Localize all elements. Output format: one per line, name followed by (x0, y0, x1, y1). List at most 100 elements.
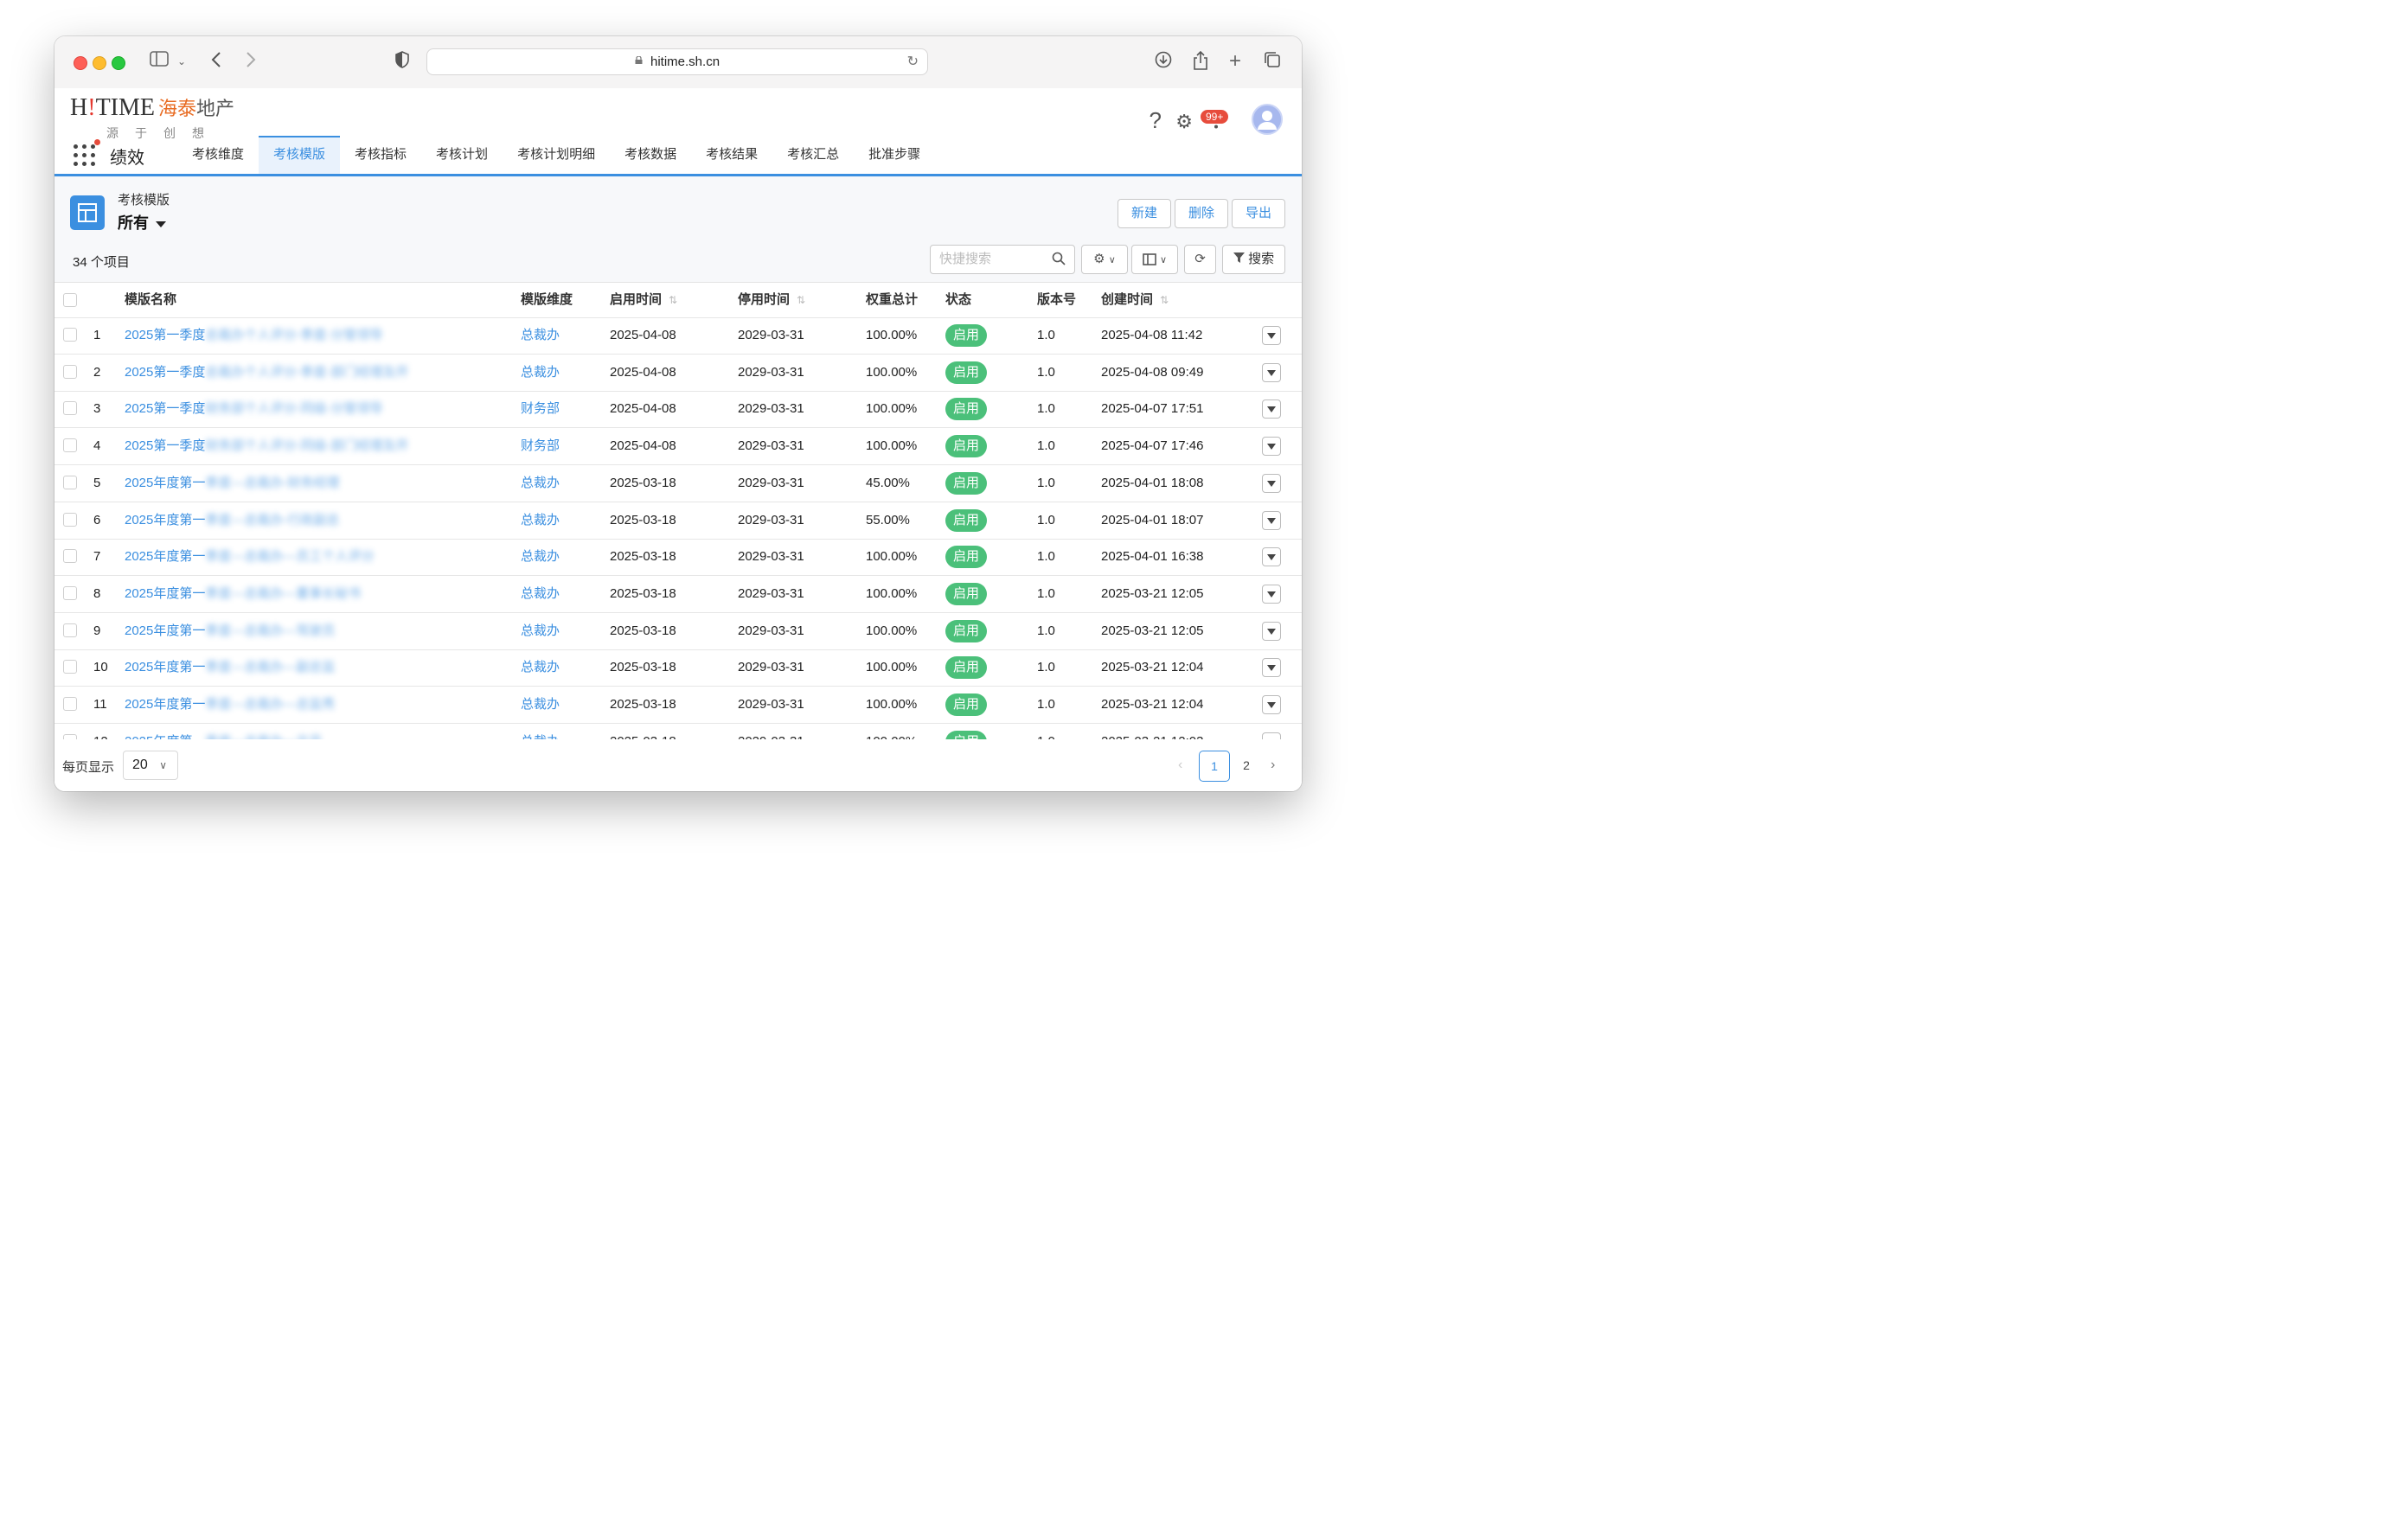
row-action-dropdown-icon[interactable] (1262, 362, 1281, 382)
tab-assessment-indicator[interactable]: 考核指标 (340, 136, 421, 174)
table-row[interactable]: 6 2025年度第一季度—总裁办-行政副总 总裁办 2025-03-18 2029-03… (54, 502, 1302, 540)
quick-search[interactable] (930, 245, 1075, 274)
sort-icon[interactable]: ⇅ (1160, 294, 1169, 306)
template-name-link[interactable]: 2025年度第一季度—总裁办—董事长秘书 (125, 576, 361, 612)
dimension-link[interactable]: 总裁办 (521, 317, 560, 354)
table-row[interactable]: 7 2025年度第一季度—总裁办—员工个人评分 总裁办 2025-03-18 2029-… (54, 539, 1302, 577)
column-header-start-date[interactable]: 启用时间 ⇅ (610, 283, 677, 317)
reload-icon[interactable]: ↻ (907, 53, 919, 70)
table-row[interactable]: 10 2025年度第一季度—总裁办—副总监 总裁办 2025-03-18 2029-03… (54, 649, 1302, 687)
columns-dropdown-button[interactable]: ∨ (1131, 245, 1178, 274)
column-header-template-name[interactable]: 模版名称 (125, 283, 176, 317)
dimension-link[interactable]: 总裁办 (521, 687, 560, 723)
tab-assessment-data[interactable]: 考核数据 (610, 136, 691, 174)
new-tab-plus-icon[interactable]: + (1229, 51, 1241, 72)
column-header-weight-total[interactable]: 权重总计 (866, 283, 918, 317)
table-row[interactable]: 4 2025第一季度财务部个人评分-同级-部门经理及开 财务部 2025-04-08 2… (54, 428, 1302, 466)
filter-search-button[interactable]: 搜索 (1222, 245, 1285, 274)
bell-icon[interactable]: 99+ (1200, 109, 1230, 135)
list-view-selector[interactable]: 所有 (118, 211, 166, 233)
dimension-link[interactable]: 财务部 (521, 391, 560, 427)
chevron-down-icon[interactable]: ⌄ (177, 51, 186, 72)
per-page-select[interactable]: 20 ∨ (123, 751, 178, 780)
gear-icon[interactable]: ⚙ (1175, 111, 1193, 133)
dimension-link[interactable]: 总裁办 (521, 649, 560, 686)
row-action-dropdown-icon[interactable] (1262, 437, 1281, 457)
download-icon[interactable] (1155, 51, 1172, 74)
dimension-link[interactable]: 财务部 (521, 428, 560, 464)
dimension-link[interactable]: 总裁办 (521, 576, 560, 612)
table-row[interactable]: 2 2025第一季度总裁办个人评分-季度-部门经理及开 总裁办 2025-04-08 2… (54, 355, 1302, 392)
row-action-dropdown-icon[interactable] (1262, 658, 1281, 678)
template-name-link[interactable]: 2025第一季度总裁办个人评分-季度-分管领导 (125, 317, 382, 354)
column-header-dimension[interactable]: 模版维度 (521, 283, 573, 317)
back-arrow-icon[interactable] (210, 51, 222, 74)
quick-search-input[interactable] (938, 251, 1054, 267)
table-row[interactable]: 5 2025年度第一季度—总裁办-财务经理 总裁办 2025-03-18 2029-03… (54, 465, 1302, 502)
template-name-link[interactable]: 2025第一季度总裁办个人评分-季度-部门经理及开 (125, 355, 408, 391)
row-action-dropdown-icon[interactable] (1262, 584, 1281, 604)
template-name-link[interactable]: 2025年度第一季度—总裁办—员工个人评分 (125, 539, 374, 575)
privacy-shield-icon[interactable] (394, 51, 410, 74)
next-page-icon[interactable]: › (1271, 757, 1275, 773)
row-action-dropdown-icon[interactable] (1262, 473, 1281, 493)
page-button-1[interactable]: 1 (1199, 751, 1230, 782)
company-logo[interactable]: H!TIME 海泰地产 源于创想 (70, 93, 234, 140)
row-checkbox[interactable] (63, 549, 77, 564)
row-action-dropdown-icon[interactable] (1262, 621, 1281, 641)
app-launcher-icon[interactable] (74, 144, 96, 167)
dimension-link[interactable]: 总裁办 (521, 613, 560, 649)
help-icon[interactable]: ? (1150, 107, 1162, 134)
page-button-2[interactable]: 2 (1231, 751, 1262, 782)
share-icon[interactable] (1193, 50, 1208, 75)
row-action-dropdown-icon[interactable] (1262, 547, 1281, 567)
dimension-link[interactable]: 总裁办 (521, 724, 560, 739)
column-header-status[interactable]: 状态 (945, 283, 971, 317)
row-checkbox[interactable] (63, 512, 77, 527)
tab-assessment-plan-detail[interactable]: 考核计划明细 (503, 136, 610, 174)
close-window-button[interactable] (74, 56, 87, 70)
column-header-end-date[interactable]: 停用时间 ⇅ (738, 283, 805, 317)
row-checkbox[interactable] (63, 438, 77, 453)
tab-approval-steps[interactable]: 批准步骤 (854, 136, 935, 174)
row-checkbox[interactable] (63, 733, 77, 739)
template-name-link[interactable]: 2025年度第一季度—总裁办—驾驶员 (125, 613, 335, 649)
export-button[interactable]: 导出 (1232, 199, 1285, 228)
column-header-version[interactable]: 版本号 (1037, 283, 1076, 317)
table-row[interactable]: 11 2025年度第一季度—总裁办—总监秀 总裁办 2025-03-18 2029-03… (54, 687, 1302, 724)
dimension-link[interactable]: 总裁办 (521, 355, 560, 391)
row-checkbox[interactable] (63, 401, 77, 416)
row-action-dropdown-icon[interactable] (1262, 695, 1281, 714)
row-checkbox[interactable] (63, 364, 77, 379)
row-action-dropdown-icon[interactable] (1262, 326, 1281, 345)
table-row[interactable]: 12 2025年度第一季度—总裁办—文员 总裁办 2025-03-18 2029-03-… (54, 724, 1302, 739)
row-checkbox[interactable] (63, 697, 77, 711)
template-name-link[interactable]: 2025第一季度财务部个人评分-同级-分管领导 (125, 391, 382, 427)
sidebar-toggle-icon[interactable] (148, 51, 170, 72)
dimension-link[interactable]: 总裁办 (521, 465, 560, 502)
new-button[interactable]: 新建 (1118, 199, 1171, 228)
tab-assessment-dimension[interactable]: 考核维度 (177, 136, 259, 174)
tab-assessment-plan[interactable]: 考核计划 (421, 136, 503, 174)
avatar[interactable] (1252, 104, 1283, 135)
table-row[interactable]: 3 2025第一季度财务部个人评分-同级-分管领导 财务部 2025-04-08 202… (54, 391, 1302, 429)
maximize-window-button[interactable] (112, 56, 125, 70)
template-name-link[interactable]: 2025年度第一季度—总裁办-行政副总 (125, 502, 339, 539)
sort-icon[interactable]: ⇅ (669, 294, 677, 306)
previous-page-icon[interactable]: ‹ (1178, 757, 1182, 773)
tab-overview-icon[interactable] (1264, 51, 1281, 74)
tab-assessment-result[interactable]: 考核结果 (691, 136, 772, 174)
dimension-link[interactable]: 总裁办 (521, 539, 560, 575)
template-name-link[interactable]: 2025第一季度财务部个人评分-同级-部门经理及开 (125, 428, 408, 464)
sort-icon[interactable]: ⇅ (797, 294, 805, 306)
settings-dropdown-button[interactable]: ⚙ ∨ (1081, 245, 1128, 274)
select-all-checkbox[interactable] (63, 293, 77, 307)
row-checkbox[interactable] (63, 475, 77, 489)
table-row[interactable]: 9 2025年度第一季度—总裁办—驾驶员 总裁办 2025-03-18 2029-03-… (54, 613, 1302, 650)
row-action-dropdown-icon[interactable] (1262, 399, 1281, 419)
forward-arrow-icon[interactable] (245, 51, 257, 74)
row-checkbox[interactable] (63, 585, 77, 600)
row-checkbox[interactable] (63, 623, 77, 637)
row-action-dropdown-icon[interactable] (1262, 732, 1281, 739)
template-name-link[interactable]: 2025年度第一季度—总裁办—总监秀 (125, 687, 335, 723)
